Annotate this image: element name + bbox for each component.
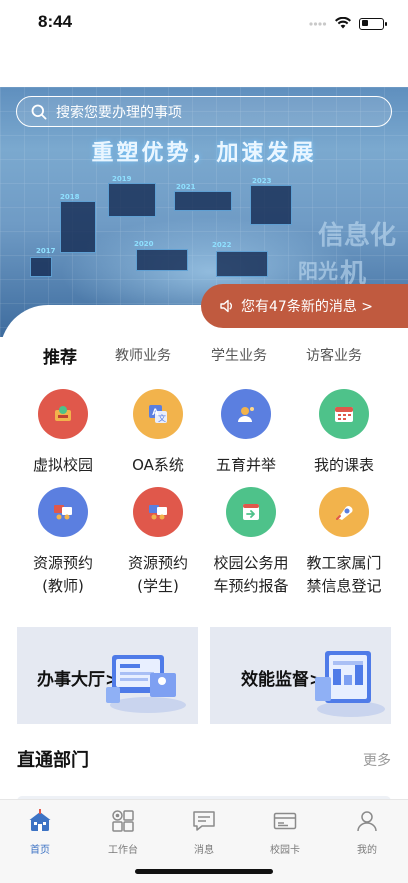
timeline-card (174, 191, 232, 211)
banner-title: 重塑优势，加速发展 (91, 141, 317, 166)
tab-visitor[interactable]: 访客业务 (306, 345, 362, 365)
timeline-year: 2019 (112, 175, 132, 183)
efficiency-supervision-illustration (315, 651, 385, 717)
service-virtual-campus[interactable]: 虚拟校园 (13, 389, 113, 477)
svg-text:文: 文 (158, 413, 166, 423)
calendar-icon (319, 389, 369, 439)
timeline-year: 2021 (176, 183, 196, 191)
timeline-year: 2017 (36, 247, 56, 255)
timeline-year: 2022 (212, 241, 232, 249)
home-indicator (135, 869, 273, 874)
timeline-card (136, 249, 188, 271)
timeline-card (60, 201, 96, 253)
bottom-tab-bar: 首页 工作台 消息 校园卡 我的 (0, 799, 408, 883)
resource-booking-icon (133, 487, 183, 537)
timeline-card (108, 183, 156, 217)
profile-icon (357, 811, 377, 832)
search-icon (31, 104, 47, 120)
campus-card-icon (273, 812, 297, 830)
message-notice-button[interactable]: 您有47条新的消息 > (201, 284, 408, 328)
vehicle-booking-icon (226, 487, 276, 537)
service-oa-system[interactable]: A文 OA系统 (108, 389, 208, 477)
service-hall-illustration (106, 655, 186, 713)
section-title-departments: 直通部门 (17, 750, 89, 771)
tabbar-workbench[interactable]: 工作台 (93, 808, 153, 856)
five-education-icon (221, 389, 271, 439)
status-bar: 8:44 (0, 0, 408, 44)
message-notice-text: 您有47条新的消息 > (241, 299, 373, 315)
home-icon (29, 809, 51, 831)
tabbar-home[interactable]: 首页 (10, 808, 70, 856)
service-access-register[interactable]: 教工家属门 禁信息登记 (294, 487, 394, 598)
service-hall-card[interactable]: 办事大厅> (17, 627, 198, 724)
timeline-card (250, 185, 292, 225)
banner-deco-text: 信息化 (318, 221, 397, 251)
banner-deco-text: 阳光 (298, 259, 338, 283)
timeline-card (30, 257, 52, 277)
service-my-schedule[interactable]: 我的课表 (294, 389, 394, 477)
status-time: 8:44 (38, 12, 73, 31)
tabbar-messages[interactable]: 消息 (174, 808, 234, 856)
tab-student[interactable]: 学生业务 (211, 345, 267, 365)
message-icon (193, 811, 215, 831)
timeline-year: 2023 (252, 177, 272, 185)
signal-icon (309, 19, 327, 29)
oa-system-icon: A文 (133, 389, 183, 439)
tab-recommend[interactable]: 推荐 (43, 343, 77, 368)
speaker-icon (220, 299, 233, 313)
wifi-icon (335, 14, 351, 33)
timeline-year: 2020 (134, 240, 154, 248)
timeline-card (216, 251, 268, 277)
category-tabs: 推荐 教师业务 学生业务 访客业务 (0, 345, 408, 369)
resource-booking-icon (38, 487, 88, 537)
search-bar[interactable]: 搜索您要办理的事项 (16, 96, 392, 127)
workbench-icon (112, 810, 134, 832)
virtual-campus-icon (38, 389, 88, 439)
service-vehicle-booking[interactable]: 校园公务用 车预约报备 (201, 487, 301, 598)
tabbar-campus-card[interactable]: 校园卡 (255, 808, 315, 856)
battery-level (361, 20, 369, 26)
access-register-icon (319, 487, 369, 537)
service-five-education[interactable]: 五育并举 (196, 389, 296, 477)
service-resource-booking-teacher[interactable]: 资源预约 (教师) (13, 487, 113, 598)
departments-more-link[interactable]: 更多 (363, 750, 391, 770)
search-input[interactable]: 搜索您要办理的事项 (56, 102, 182, 122)
timeline-year: 2018 (60, 193, 80, 201)
efficiency-supervision-card[interactable]: 效能监督> (210, 627, 391, 724)
battery-icon (359, 17, 387, 30)
tab-teacher[interactable]: 教师业务 (115, 345, 171, 365)
tabbar-profile[interactable]: 我的 (337, 808, 397, 856)
service-resource-booking-student[interactable]: 资源预约 (学生) (108, 487, 208, 598)
